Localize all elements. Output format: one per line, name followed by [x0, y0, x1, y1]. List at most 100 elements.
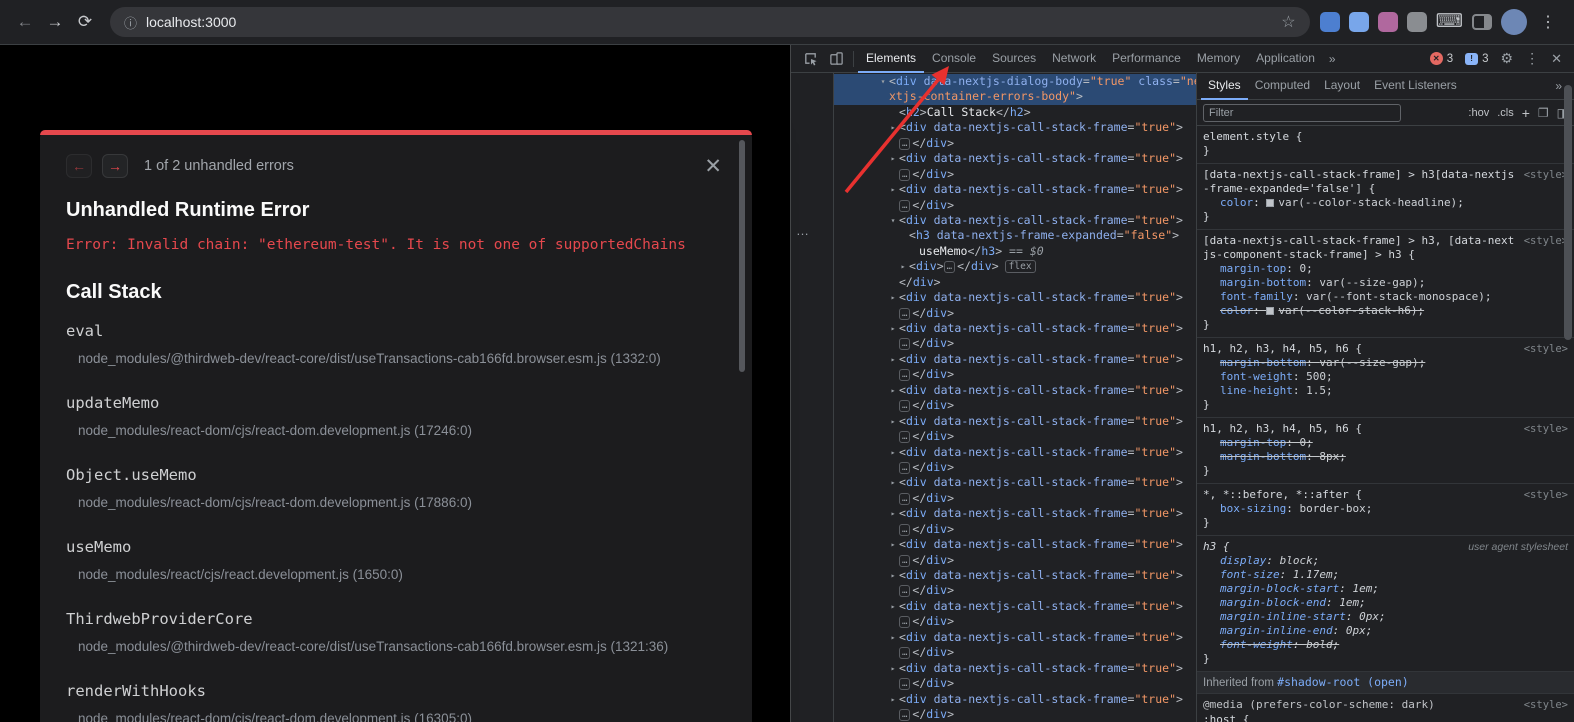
tab-performance[interactable]: Performance [1104, 45, 1189, 73]
inline-expand-button[interactable]: … [899, 308, 910, 320]
expand-arrow-closed-icon[interactable]: ▸ [888, 182, 898, 197]
console-errors-badge[interactable]: ✕ 3 [1430, 52, 1453, 65]
expand-arrow-closed-icon[interactable]: ▸ [888, 445, 898, 460]
side-panel-icon[interactable] [1472, 14, 1492, 30]
new-style-rule-button[interactable]: + [1522, 105, 1530, 121]
extension-icon-3[interactable] [1378, 12, 1398, 32]
css-property[interactable]: display: block; [1203, 554, 1568, 568]
css-property[interactable]: margin-block-end: 1em; [1203, 596, 1568, 610]
dom-node-close_div[interactable]: </div> [834, 275, 1196, 290]
rule-selector[interactable]: element.style { [1203, 130, 1568, 144]
dom-node-f_open[interactable]: ▸<div data-nextjs-call-stack-frame="true… [834, 506, 1196, 521]
inline-expand-button[interactable]: … [899, 616, 910, 628]
stack-frame[interactable]: useMemonode_modules/react/cjs/react.deve… [66, 537, 722, 584]
rule-selector[interactable]: h1, h2, h3, h4, h5, h6 { [1203, 342, 1568, 356]
css-property[interactable]: margin-top: 0; [1203, 262, 1568, 276]
extension-icon-4[interactable] [1407, 12, 1427, 32]
dom-node-f_open[interactable]: ▸<div data-nextjs-call-stack-frame="true… [834, 599, 1196, 614]
dom-node-h3_text[interactable]: useMemo</h3> == $0 [834, 244, 1196, 259]
tab-application[interactable]: Application [1248, 45, 1323, 73]
dom-node-f_cont[interactable]: …</div> [834, 707, 1196, 722]
rule-selector[interactable]: [data-nextjs-call-stack-frame] > h3, [da… [1203, 234, 1568, 262]
device-toolbar-button[interactable] [823, 46, 849, 72]
css-property[interactable]: color: var(--color-stack-h6); [1203, 304, 1568, 318]
sidebar-tab-layout[interactable]: Layout [1317, 73, 1367, 100]
inline-expand-button[interactable]: … [899, 524, 910, 536]
css-property[interactable]: margin-block-start: 1em; [1203, 582, 1568, 596]
dom-node-f_open[interactable]: ▸<div data-nextjs-call-stack-frame="true… [834, 568, 1196, 583]
sidebar-tab-styles[interactable]: Styles [1201, 73, 1248, 100]
inline-expand-button[interactable]: … [899, 431, 910, 443]
dom-node-f_cont[interactable]: …</div> [834, 645, 1196, 660]
expand-arrow-closed-icon[interactable]: ▸ [888, 151, 898, 166]
tab-console[interactable]: Console [924, 45, 984, 73]
css-property[interactable]: font-size: 1.17em; [1203, 568, 1568, 582]
dom-node-f_open[interactable]: ▸<div data-nextjs-call-stack-frame="true… [834, 120, 1196, 135]
css-property[interactable]: line-height: 1.5; [1203, 384, 1568, 398]
devtools-settings-button[interactable]: ⚙ [1495, 50, 1520, 67]
styles-scrollbar[interactable] [1564, 85, 1572, 340]
expand-arrow-open-icon[interactable]: ▾ [878, 74, 888, 89]
devtools-menu-button[interactable]: ⋮ [1519, 50, 1545, 67]
dom-node-inner_div[interactable]: ▸<div>…</div>flex [834, 259, 1196, 274]
dom-node-f_open_exp[interactable]: ▾<div data-nextjs-call-stack-frame="true… [834, 213, 1196, 228]
tab-memory[interactable]: Memory [1189, 45, 1248, 73]
back-button[interactable]: ← [10, 7, 40, 37]
dom-node-f_cont[interactable]: …</div> [834, 429, 1196, 444]
css-property[interactable]: font-weight: 500; [1203, 370, 1568, 384]
rule-selector[interactable]: [data-nextjs-call-stack-frame] > h3[data… [1203, 168, 1568, 196]
rule-origin[interactable]: <style> [1524, 234, 1568, 248]
inline-expand-button[interactable]: … [899, 369, 910, 381]
address-bar[interactable]: ⓘ localhost:3000 ☆ [110, 7, 1310, 37]
expand-arrow-closed-icon[interactable]: ▸ [888, 321, 898, 336]
stack-frame[interactable]: evalnode_modules/@thirdweb-dev/react-cor… [66, 321, 722, 368]
css-property[interactable]: margin-inline-start: 0px; [1203, 610, 1568, 624]
dom-node-f_open[interactable]: ▸<div data-nextjs-call-stack-frame="true… [834, 290, 1196, 305]
css-property[interactable]: margin-top: 0; [1203, 436, 1568, 450]
dom-node-f_open[interactable]: ▸<div data-nextjs-call-stack-frame="true… [834, 352, 1196, 367]
expand-arrow-closed-icon[interactable]: ▸ [888, 352, 898, 367]
close-overlay-button[interactable]: ✕ [704, 156, 722, 177]
more-tabs-button[interactable]: » [1323, 52, 1342, 66]
dom-node-f_open[interactable]: ▸<div data-nextjs-call-stack-frame="true… [834, 475, 1196, 490]
inline-expand-button[interactable]: … [899, 400, 910, 412]
previous-error-button[interactable]: ← [66, 154, 92, 178]
stack-frame[interactable]: ThirdwebProviderCorenode_modules/@thirdw… [66, 609, 722, 656]
rule-selector[interactable]: *, *::before, *::after { [1203, 488, 1568, 502]
forward-button[interactable]: → [40, 7, 70, 37]
next-error-button[interactable]: → [102, 154, 128, 178]
inline-expand-button[interactable]: … [899, 200, 910, 212]
reload-button[interactable]: ⟳ [70, 7, 100, 37]
copy-styles-icon[interactable]: ❐ [1538, 106, 1549, 120]
dom-node-h2_row[interactable]: <h2>Call Stack</h2> [834, 105, 1196, 120]
expand-arrow-closed-icon[interactable]: ▸ [888, 568, 898, 583]
css-property[interactable]: font-family: var(--font-stack-monospace)… [1203, 290, 1568, 304]
inline-expand-button[interactable]: … [899, 555, 910, 567]
inline-expand-button[interactable]: … [899, 462, 910, 474]
dom-node-f_cont[interactable]: …</div> [834, 522, 1196, 537]
dom-node-h3_open[interactable]: <h3 data-nextjs-frame-expanded="false"> [834, 228, 1196, 243]
devtools-close-button[interactable]: ✕ [1545, 51, 1568, 67]
expand-arrow-closed-icon[interactable]: ▸ [888, 120, 898, 135]
expand-arrow-closed-icon[interactable]: ▸ [888, 290, 898, 305]
styles-filter-input[interactable] [1203, 104, 1401, 122]
rule-origin[interactable]: <style> [1524, 168, 1568, 182]
tab-network[interactable]: Network [1044, 45, 1104, 73]
dom-node-f_open[interactable]: ▸<div data-nextjs-call-stack-frame="true… [834, 692, 1196, 707]
css-property[interactable]: box-sizing: border-box; [1203, 502, 1568, 516]
extension-icon-2[interactable] [1349, 12, 1369, 32]
dom-node-f_cont[interactable]: …</div> [834, 198, 1196, 213]
expand-arrow-closed-icon[interactable]: ▸ [888, 475, 898, 490]
dom-node-f_cont[interactable]: …</div> [834, 676, 1196, 691]
dom-node-f_open[interactable]: ▸<div data-nextjs-call-stack-frame="true… [834, 321, 1196, 336]
inline-expand-button[interactable]: … [899, 647, 910, 659]
expand-arrow-closed-icon[interactable]: ▸ [888, 506, 898, 521]
expand-arrow-closed-icon[interactable]: ▸ [888, 599, 898, 614]
color-swatch[interactable] [1266, 307, 1274, 315]
site-info-icon[interactable]: ⓘ [124, 13, 137, 32]
css-property[interactable]: margin-inline-end: 0px; [1203, 624, 1568, 638]
css-property[interactable]: color: var(--color-stack-headline); [1203, 196, 1568, 210]
dom-node-f_open[interactable]: ▸<div data-nextjs-call-stack-frame="true… [834, 537, 1196, 552]
rule-origin[interactable]: <style> [1524, 488, 1568, 502]
inline-expand-button[interactable]: … [899, 338, 910, 350]
